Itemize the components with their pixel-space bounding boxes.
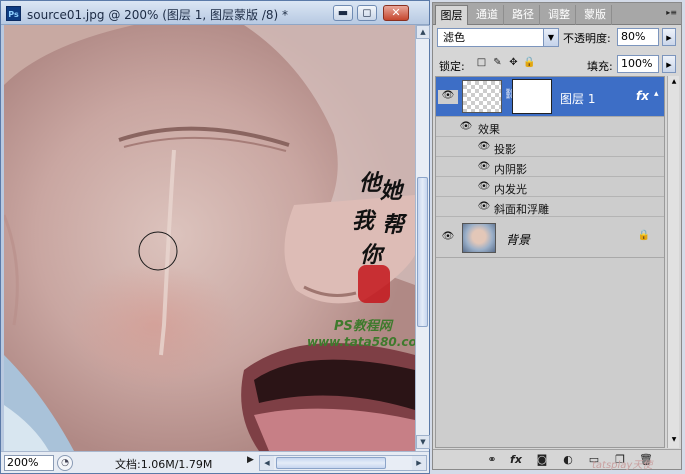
photo-content bbox=[4, 25, 415, 451]
zoom-input[interactable]: 200% bbox=[4, 455, 54, 471]
expand-effects-icon[interactable]: ▴ bbox=[654, 89, 659, 99]
layer-thumbnail bbox=[462, 80, 502, 113]
calligraphy-char: 我 bbox=[352, 209, 375, 234]
eye-icon[interactable]: 👁 bbox=[456, 121, 476, 132]
watermark-site-url: www.tata580.com bbox=[307, 335, 415, 349]
image-canvas[interactable]: 他 她 我 帮 你 PS教程网 www.tata580.com bbox=[4, 25, 415, 451]
eye-icon[interactable]: 👁 bbox=[474, 141, 494, 152]
lock-all-icon[interactable]: 🔒 bbox=[523, 56, 536, 69]
effect-item[interactable]: 👁 斜面和浮雕 bbox=[436, 198, 664, 217]
layers-panel: 图层 通道 路径 调整 蒙版 ▸≡ 滤色 ▼ 不透明度: 80% ▶ 锁定: □… bbox=[432, 2, 682, 470]
layer-row-background[interactable]: 👁 背景 🔒 bbox=[436, 218, 664, 258]
tab-masks[interactable]: 蒙版 bbox=[579, 5, 612, 25]
opacity-input[interactable]: 80% bbox=[617, 28, 659, 46]
calligraphy-char: 她 bbox=[380, 179, 403, 204]
fill-input[interactable]: 100% bbox=[617, 55, 659, 73]
opacity-slider-icon[interactable]: ▶ bbox=[662, 28, 676, 46]
effect-label: 内阴影 bbox=[494, 163, 527, 176]
opacity-label: 不透明度: bbox=[563, 32, 611, 45]
scroll-down-icon[interactable]: ▼ bbox=[416, 435, 430, 449]
effect-item[interactable]: 👁 内发光 bbox=[436, 178, 664, 197]
fill-label: 填充: bbox=[587, 60, 613, 73]
add-mask-icon[interactable]: ◙ bbox=[533, 452, 551, 468]
layer-name[interactable]: 图层 1 bbox=[560, 90, 595, 107]
lock-position-icon[interactable]: ✥ bbox=[507, 56, 520, 69]
eye-icon[interactable]: 👁 bbox=[474, 201, 494, 212]
chevron-down-icon[interactable]: ▼ bbox=[543, 29, 558, 46]
layer-thumbnail bbox=[462, 223, 496, 253]
blend-mode-select[interactable]: 滤色 ▼ bbox=[437, 28, 559, 47]
close-button[interactable]: ✕ bbox=[383, 5, 409, 21]
minimize-button[interactable]: ▬ bbox=[333, 5, 353, 21]
document-title: source01.jpg @ 200% (图层 1, 图层蒙版 /8) * bbox=[27, 8, 289, 22]
link-layers-icon[interactable]: ⚭ bbox=[483, 452, 501, 468]
scroll-up-icon[interactable]: ▲ bbox=[668, 76, 680, 88]
effects-header[interactable]: 👁 效果 bbox=[436, 118, 664, 137]
tab-layers[interactable]: 图层 bbox=[435, 5, 468, 25]
watermark-site-name: PS教程网 bbox=[334, 319, 392, 334]
calligraphy-char: 帮 bbox=[382, 213, 405, 238]
fx-icon[interactable]: fx bbox=[636, 89, 649, 103]
layers-list: 👁 ⛓ 图层 1 fx ▴ 👁 效果 👁 投影 👁 内阴影 👁 内发光 👁 斜面… bbox=[435, 76, 665, 448]
fill-slider-icon[interactable]: ▶ bbox=[662, 55, 676, 73]
layer-mask-thumbnail[interactable] bbox=[512, 79, 552, 114]
scroll-up-icon[interactable]: ▲ bbox=[416, 25, 430, 39]
eye-icon[interactable]: 👁 bbox=[474, 181, 494, 192]
restore-button[interactable]: ◻ bbox=[357, 5, 377, 21]
eye-icon[interactable]: 👁 bbox=[474, 161, 494, 172]
layer-name[interactable]: 背景 bbox=[506, 231, 530, 248]
status-bar: 200% ◔ 文档:1.06M/1.79M ▶ ◀ ▶ bbox=[1, 451, 429, 473]
corner-watermark: tatsplay天使 bbox=[592, 460, 653, 471]
effect-label: 内发光 bbox=[494, 183, 527, 196]
layer-row-layer1[interactable]: 👁 ⛓ 图层 1 fx ▴ bbox=[436, 77, 664, 117]
effect-label: 投影 bbox=[494, 143, 516, 156]
vertical-scrollbar[interactable]: ▲ ▼ bbox=[415, 25, 430, 451]
layers-scrollbar[interactable]: ▲ ▼ bbox=[667, 76, 679, 448]
tab-channels[interactable]: 通道 bbox=[471, 5, 504, 25]
calligraphy-char: 你 bbox=[360, 243, 383, 268]
panel-menu-icon[interactable]: ▸≡ bbox=[666, 8, 677, 17]
document-info[interactable]: 文档:1.06M/1.79M bbox=[115, 456, 212, 472]
photoshop-app-icon: Ps bbox=[6, 6, 21, 21]
eye-icon[interactable]: 👁 bbox=[438, 90, 458, 104]
scroll-down-icon[interactable]: ▼ bbox=[668, 434, 680, 446]
lock-transparent-icon[interactable]: □ bbox=[475, 56, 488, 69]
eye-icon[interactable]: 👁 bbox=[438, 231, 458, 242]
scroll-right-icon[interactable]: ▶ bbox=[412, 456, 426, 470]
document-titlebar[interactable]: Ps source01.jpg @ 200% (图层 1, 图层蒙版 /8) *… bbox=[1, 1, 429, 25]
tab-adjustments[interactable]: 调整 bbox=[543, 5, 576, 25]
effect-label: 斜面和浮雕 bbox=[494, 203, 549, 216]
calligraphy-char: 他 bbox=[359, 171, 382, 196]
scroll-left-icon[interactable]: ◀ bbox=[260, 456, 274, 470]
tab-paths[interactable]: 路径 bbox=[507, 5, 540, 25]
add-style-icon[interactable]: fx bbox=[507, 452, 525, 468]
status-menu-arrow-icon[interactable]: ▶ bbox=[247, 455, 254, 465]
effects-header-label: 效果 bbox=[478, 123, 500, 136]
blend-mode-value: 滤色 bbox=[443, 31, 465, 44]
horizontal-scrollbar[interactable]: ◀ ▶ bbox=[259, 455, 427, 471]
panel-tabs: 图层 通道 路径 调整 蒙版 ▸≡ bbox=[433, 3, 681, 25]
vertical-scroll-thumb[interactable] bbox=[417, 177, 428, 327]
lock-label: 锁定: bbox=[439, 60, 465, 73]
lock-image-icon[interactable]: ✎ bbox=[491, 56, 504, 69]
zoom-options-icon[interactable]: ◔ bbox=[57, 455, 73, 471]
effect-item[interactable]: 👁 投影 bbox=[436, 138, 664, 157]
lock-icon: 🔒 bbox=[637, 230, 650, 241]
document-window: Ps source01.jpg @ 200% (图层 1, 图层蒙版 /8) *… bbox=[0, 0, 430, 474]
effect-item[interactable]: 👁 内阴影 bbox=[436, 158, 664, 177]
horizontal-scroll-thumb[interactable] bbox=[276, 457, 386, 469]
adjustment-layer-icon[interactable]: ◐ bbox=[559, 452, 577, 468]
